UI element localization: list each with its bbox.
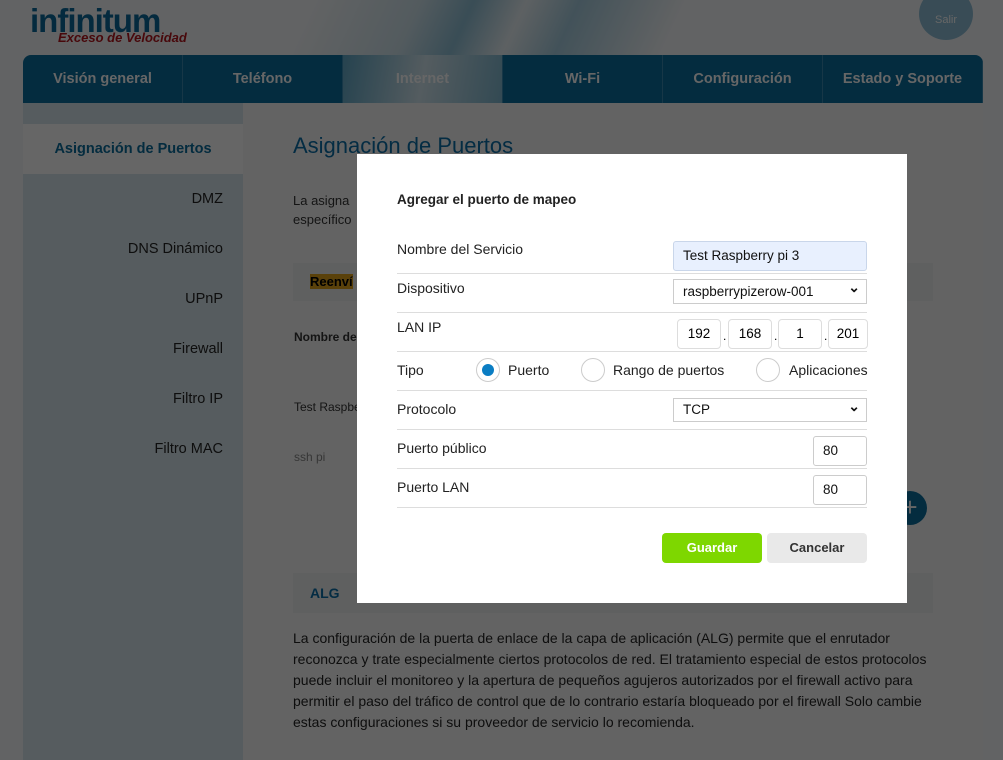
table-row: Test Raspbe [294, 400, 361, 414]
section-title: Reenví [310, 274, 353, 289]
logout-label: Salir [934, 14, 957, 26]
tab-configuracion[interactable]: Configuración [663, 55, 823, 103]
tab-estado-soporte[interactable]: Estado y Soporte [823, 55, 983, 103]
lan-ip-label: LAN IP [397, 319, 442, 335]
alg-title: ALG [310, 585, 340, 601]
save-button[interactable]: Guardar [662, 533, 762, 563]
table-row: ssh pi [294, 450, 326, 464]
tab-vision-general[interactable]: Visión general [23, 55, 183, 103]
page-description: La asigna [293, 193, 350, 208]
lan-port-input[interactable]: 80 [813, 475, 867, 505]
radio-aplicaciones[interactable] [756, 358, 780, 382]
protocol-select[interactable]: TCP [673, 395, 867, 422]
sidebar-item-filtro-mac[interactable]: Filtro MAC [23, 424, 243, 474]
sidebar-item-dmz[interactable]: DMZ [23, 174, 243, 224]
service-name-label: Nombre del Servicio [397, 241, 524, 257]
radio-aplicaciones-label: Aplicaciones [789, 362, 868, 378]
public-port-row: Puerto público 80 [397, 430, 867, 469]
alg-description: La configuración de la puerta de enlace … [293, 630, 927, 730]
lan-port-label: Puerto LAN [397, 479, 470, 495]
radio-puerto[interactable] [476, 358, 500, 382]
sidebar: Asignación de Puertos DMZ DNS Dinámico U… [23, 103, 243, 760]
tab-internet[interactable]: Internet [343, 55, 503, 103]
ip-octet-2[interactable]: 168 [728, 319, 772, 349]
tab-wifi[interactable]: Wi-Fi [503, 55, 663, 103]
service-name-input[interactable]: Test Raspberry pi 3 [673, 241, 867, 271]
protocol-label: Protocolo [397, 401, 457, 417]
lan-port-row: Puerto LAN 80 [397, 469, 867, 508]
type-row: Tipo Puerto Rango de puertos Aplicacione… [397, 352, 868, 391]
ip-octet-3[interactable]: 1 [778, 319, 822, 349]
device-select[interactable]: raspberrypizerow-001 [673, 276, 867, 304]
device-label: Dispositivo [397, 280, 465, 296]
sidebar-item-asignacion-puertos[interactable]: Asignación de Puertos [23, 124, 243, 174]
ip-octet-1[interactable]: 192 [677, 319, 721, 349]
add-port-mapping-dialog: Agregar el puerto de mapeo Nombre del Se… [357, 154, 907, 603]
radio-rango-puertos[interactable] [581, 358, 605, 382]
public-port-label: Puerto público [397, 440, 487, 456]
public-port-input[interactable]: 80 [813, 436, 867, 466]
ip-octet-4[interactable]: 201 [828, 319, 868, 349]
radio-puerto-label: Puerto [508, 362, 550, 378]
column-header: Nombre de [294, 330, 357, 344]
cancel-button[interactable]: Cancelar [767, 533, 867, 563]
lan-ip-row: LAN IP 192 . 168 . 1 . 201 [397, 313, 868, 352]
dialog-title: Agregar el puerto de mapeo [397, 192, 577, 207]
protocol-row: Protocolo TCP [397, 391, 867, 430]
main-tabs: Visión general Teléfono Internet Wi-Fi C… [23, 55, 983, 103]
tab-telefono[interactable]: Teléfono [183, 55, 343, 103]
sidebar-item-filtro-ip[interactable]: Filtro IP [23, 374, 243, 424]
radio-rango-label: Rango de puertos [613, 362, 725, 378]
sidebar-item-dns-dinamico[interactable]: DNS Dinámico [23, 224, 243, 274]
device-value: raspberrypizerow-001 [683, 284, 814, 299]
type-label: Tipo [397, 362, 424, 378]
page-description-2: específico [293, 212, 352, 227]
sidebar-item-firewall[interactable]: Firewall [23, 324, 243, 374]
logo-slogan: Exceso de Velocidad [58, 30, 187, 45]
service-name-row: Nombre del Servicio Test Raspberry pi 3 [397, 235, 867, 274]
sidebar-item-upnp[interactable]: UPnP [23, 274, 243, 324]
device-row: Dispositivo raspberrypizerow-001 [397, 274, 867, 313]
protocol-value: TCP [683, 402, 710, 417]
